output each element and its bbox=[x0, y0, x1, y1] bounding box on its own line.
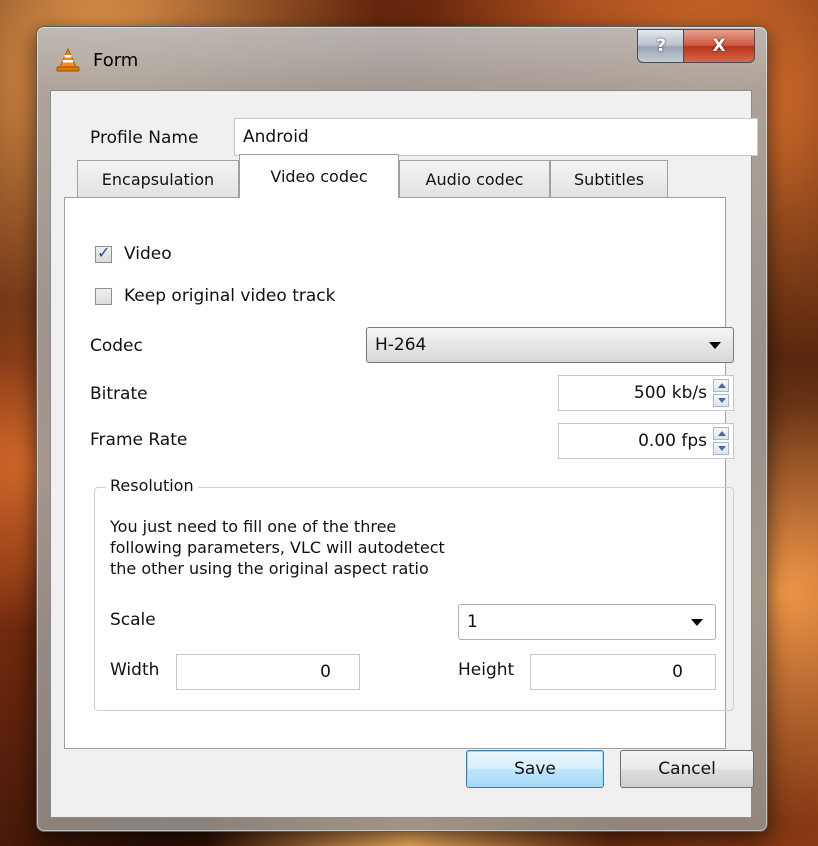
height-input[interactable]: 0 bbox=[530, 654, 716, 690]
tab-audio-codec[interactable]: Audio codec bbox=[399, 160, 550, 197]
cancel-button[interactable]: Cancel bbox=[620, 750, 754, 788]
save-label: Save bbox=[514, 759, 556, 779]
video-checkbox-label: Video bbox=[124, 244, 172, 264]
chevron-down-icon bbox=[709, 342, 721, 349]
tab-label: Video codec bbox=[270, 167, 368, 186]
info-line: following parameters, VLC will autodetec… bbox=[110, 538, 445, 557]
frame-rate-label: Frame Rate bbox=[90, 430, 188, 450]
spin-up-icon[interactable] bbox=[713, 379, 729, 392]
keep-original-label: Keep original video track bbox=[124, 286, 336, 306]
spin-up-icon[interactable] bbox=[713, 427, 729, 440]
info-line: You just need to fill one of the three bbox=[110, 517, 397, 536]
spin-down-icon[interactable] bbox=[713, 394, 729, 407]
title-bar[interactable]: Form ? X bbox=[37, 27, 767, 89]
profile-name-input[interactable]: Android bbox=[234, 118, 758, 156]
close-button[interactable]: X bbox=[683, 29, 755, 63]
tab-video-codec[interactable]: Video codec bbox=[239, 154, 399, 198]
profile-name-value: Android bbox=[243, 127, 309, 147]
codec-value: H-264 bbox=[375, 335, 427, 355]
tab-label: Audio codec bbox=[425, 169, 524, 189]
codec-select[interactable]: H-264 bbox=[366, 327, 734, 363]
window-title: Form bbox=[93, 50, 139, 71]
close-icon: X bbox=[712, 36, 726, 56]
height-label: Height bbox=[458, 660, 515, 680]
cancel-label: Cancel bbox=[658, 759, 716, 779]
tab-subtitles[interactable]: Subtitles bbox=[550, 160, 668, 197]
tab-label: Subtitles bbox=[573, 169, 645, 189]
bitrate-label: Bitrate bbox=[90, 384, 148, 404]
tab-label: Encapsulation bbox=[101, 169, 215, 189]
keep-original-checkbox[interactable] bbox=[95, 288, 112, 305]
help-button[interactable]: ? bbox=[637, 29, 685, 63]
help-icon: ? bbox=[656, 36, 666, 56]
scale-select[interactable]: 1 bbox=[458, 604, 716, 640]
video-checkbox[interactable]: ✓ bbox=[95, 243, 112, 263]
scale-label: Scale bbox=[110, 610, 156, 630]
profile-name-label: Profile Name bbox=[90, 128, 199, 148]
chevron-down-icon bbox=[691, 619, 703, 626]
tab-encapsulation[interactable]: Encapsulation bbox=[77, 160, 239, 197]
width-label: Width bbox=[110, 660, 160, 680]
vlc-cone-icon bbox=[56, 47, 80, 72]
scale-value: 1 bbox=[467, 612, 478, 632]
resolution-info: You just need to fill one of the three f… bbox=[110, 516, 445, 579]
width-value: 0 bbox=[320, 662, 331, 682]
frame-rate-value: 0.00 fps bbox=[638, 431, 707, 451]
frame-rate-stepper[interactable] bbox=[713, 427, 731, 457]
codec-label: Codec bbox=[90, 336, 143, 356]
bitrate-value: 500 kb/s bbox=[633, 383, 707, 403]
bitrate-spinbox[interactable]: 500 kb/s bbox=[558, 375, 734, 411]
resolution-title: Resolution bbox=[106, 476, 198, 495]
width-input[interactable]: 0 bbox=[176, 654, 360, 690]
height-value: 0 bbox=[672, 662, 683, 682]
checkmark-icon: ✓ bbox=[97, 243, 111, 262]
save-button[interactable]: Save bbox=[466, 750, 604, 788]
spin-down-icon[interactable] bbox=[713, 442, 729, 455]
bitrate-stepper[interactable] bbox=[713, 379, 731, 409]
frame-rate-spinbox[interactable]: 0.00 fps bbox=[558, 423, 734, 459]
info-line: the other using the original aspect rati… bbox=[110, 559, 429, 578]
